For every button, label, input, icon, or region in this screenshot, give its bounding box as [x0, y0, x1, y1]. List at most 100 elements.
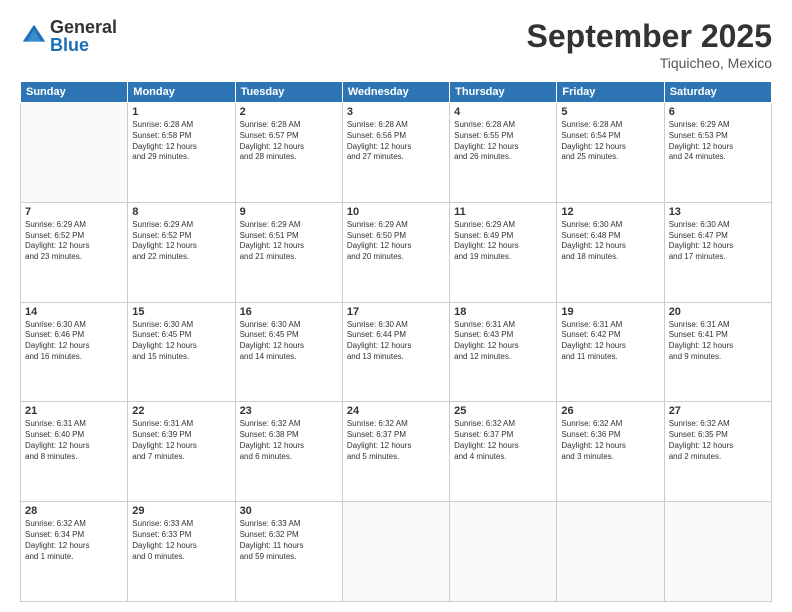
day-info: Sunrise: 6:32 AMSunset: 6:37 PMDaylight:… — [347, 419, 445, 462]
calendar-cell: 29 Sunrise: 6:33 AMSunset: 6:33 PMDayligh… — [128, 502, 235, 602]
day-info: Sunrise: 6:32 AMSunset: 6:34 PMDaylight:… — [25, 519, 123, 562]
day-number: 19 — [561, 306, 659, 318]
day-number: 27 — [669, 405, 767, 417]
day-info: Sunrise: 6:29 AMSunset: 6:52 PMDaylight:… — [132, 220, 230, 263]
day-number: 14 — [25, 306, 123, 318]
calendar-cell: 23 Sunrise: 6:32 AMSunset: 6:38 PMDayligh… — [235, 402, 342, 502]
day-header-row: SundayMondayTuesdayWednesdayThursdayFrid… — [21, 82, 772, 103]
day-number: 13 — [669, 206, 767, 218]
day-info: Sunrise: 6:32 AMSunset: 6:37 PMDaylight:… — [454, 419, 552, 462]
day-info: Sunrise: 6:28 AMSunset: 6:58 PMDaylight:… — [132, 120, 230, 163]
day-info: Sunrise: 6:29 AMSunset: 6:53 PMDaylight:… — [669, 120, 767, 163]
day-info: Sunrise: 6:29 AMSunset: 6:51 PMDaylight:… — [240, 220, 338, 263]
day-header-saturday: Saturday — [664, 82, 771, 103]
calendar-cell: 14Sunrise: 6:30 AMSunset: 6:46 PMDayligh… — [21, 302, 128, 402]
day-number: 26 — [561, 405, 659, 417]
calendar-cell: 7 Sunrise: 6:29 AMSunset: 6:52 PMDaylight… — [21, 202, 128, 302]
calendar-cell: 20Sunrise: 6:31 AMSunset: 6:41 PMDayligh… — [664, 302, 771, 402]
day-info: Sunrise: 6:29 AMSunset: 6:49 PMDaylight:… — [454, 220, 552, 263]
day-number: 29 — [132, 505, 230, 517]
calendar-cell: 19 Sunrise: 6:31 AMSunset: 6:42 PMDayligh… — [557, 302, 664, 402]
calendar-cell — [557, 502, 664, 602]
calendar-cell: 3 Sunrise: 6:28 AMSunset: 6:56 PMDaylight… — [342, 103, 449, 203]
logo-blue: Blue — [50, 36, 117, 54]
calendar-cell: 28Sunrise: 6:32 AMSunset: 6:34 PMDayligh… — [21, 502, 128, 602]
header: General Blue September 2025 Tiquicheo, M… — [20, 18, 772, 71]
day-number: 22 — [132, 405, 230, 417]
day-info: Sunrise: 6:28 AMSunset: 6:55 PMDaylight:… — [454, 120, 552, 163]
day-number: 7 — [25, 206, 123, 218]
day-header-sunday: Sunday — [21, 82, 128, 103]
calendar-cell: 24 Sunrise: 6:32 AMSunset: 6:37 PMDayligh… — [342, 402, 449, 502]
calendar-cell: 18Sunrise: 6:31 AMSunset: 6:43 PMDayligh… — [450, 302, 557, 402]
calendar-cell: 10 Sunrise: 6:29 AMSunset: 6:50 PMDayligh… — [342, 202, 449, 302]
calendar-cell: 16Sunrise: 6:30 AMSunset: 6:45 PMDayligh… — [235, 302, 342, 402]
calendar-cell: 21 Sunrise: 6:31 AMSunset: 6:40 PMDayligh… — [21, 402, 128, 502]
calendar-cell: 15Sunrise: 6:30 AMSunset: 6:45 PMDayligh… — [128, 302, 235, 402]
day-info: Sunrise: 6:31 AMSunset: 6:40 PMDaylight:… — [25, 419, 123, 462]
day-number: 15 — [132, 306, 230, 318]
day-info: Sunrise: 6:28 AMSunset: 6:54 PMDaylight:… — [561, 120, 659, 163]
day-number: 21 — [25, 405, 123, 417]
logo-icon — [20, 22, 48, 50]
week-row-5: 28Sunrise: 6:32 AMSunset: 6:34 PMDayligh… — [21, 502, 772, 602]
title-block: September 2025 Tiquicheo, Mexico — [527, 18, 772, 71]
day-info: Sunrise: 6:31 AMSunset: 6:43 PMDaylight:… — [454, 320, 552, 363]
day-header-tuesday: Tuesday — [235, 82, 342, 103]
day-info: Sunrise: 6:33 AMSunset: 6:33 PMDaylight:… — [132, 519, 230, 562]
calendar-body: 1Sunrise: 6:28 AMSunset: 6:58 PMDaylight… — [21, 103, 772, 602]
day-number: 17 — [347, 306, 445, 318]
logo-general: General — [50, 18, 117, 36]
calendar-cell: 17Sunrise: 6:30 AMSunset: 6:44 PMDayligh… — [342, 302, 449, 402]
day-info: Sunrise: 6:32 AMSunset: 6:36 PMDaylight:… — [561, 419, 659, 462]
day-number: 3 — [347, 106, 445, 118]
day-info: Sunrise: 6:28 AMSunset: 6:56 PMDaylight:… — [347, 120, 445, 163]
calendar-header: SundayMondayTuesdayWednesdayThursdayFrid… — [21, 82, 772, 103]
day-info: Sunrise: 6:31 AMSunset: 6:42 PMDaylight:… — [561, 320, 659, 363]
calendar-cell: 22 Sunrise: 6:31 AMSunset: 6:39 PMDayligh… — [128, 402, 235, 502]
week-row-4: 21 Sunrise: 6:31 AMSunset: 6:40 PMDayligh… — [21, 402, 772, 502]
calendar-cell — [664, 502, 771, 602]
day-header-wednesday: Wednesday — [342, 82, 449, 103]
page: General Blue September 2025 Tiquicheo, M… — [0, 0, 792, 612]
day-info: Sunrise: 6:29 AMSunset: 6:52 PMDaylight:… — [25, 220, 123, 263]
logo-text: General Blue — [50, 18, 117, 54]
location: Tiquicheo, Mexico — [527, 55, 772, 71]
calendar: SundayMondayTuesdayWednesdayThursdayFrid… — [20, 81, 772, 602]
calendar-cell: 8Sunrise: 6:29 AMSunset: 6:52 PMDaylight… — [128, 202, 235, 302]
day-number: 25 — [454, 405, 552, 417]
day-info: Sunrise: 6:29 AMSunset: 6:50 PMDaylight:… — [347, 220, 445, 263]
week-row-1: 1Sunrise: 6:28 AMSunset: 6:58 PMDaylight… — [21, 103, 772, 203]
day-number: 9 — [240, 206, 338, 218]
day-info: Sunrise: 6:30 AMSunset: 6:47 PMDaylight:… — [669, 220, 767, 263]
calendar-cell: 26 Sunrise: 6:32 AMSunset: 6:36 PMDayligh… — [557, 402, 664, 502]
day-number: 20 — [669, 306, 767, 318]
day-number: 30 — [240, 505, 338, 517]
day-info: Sunrise: 6:30 AMSunset: 6:48 PMDaylight:… — [561, 220, 659, 263]
day-info: Sunrise: 6:30 AMSunset: 6:45 PMDaylight:… — [240, 320, 338, 363]
day-number: 5 — [561, 106, 659, 118]
day-header-monday: Monday — [128, 82, 235, 103]
calendar-cell: 5 Sunrise: 6:28 AMSunset: 6:54 PMDaylight… — [557, 103, 664, 203]
calendar-cell: 9 Sunrise: 6:29 AMSunset: 6:51 PMDaylight… — [235, 202, 342, 302]
week-row-3: 14Sunrise: 6:30 AMSunset: 6:46 PMDayligh… — [21, 302, 772, 402]
day-number: 10 — [347, 206, 445, 218]
calendar-cell: 12 Sunrise: 6:30 AMSunset: 6:48 PMDayligh… — [557, 202, 664, 302]
day-number: 24 — [347, 405, 445, 417]
calendar-cell: 13 Sunrise: 6:30 AMSunset: 6:47 PMDayligh… — [664, 202, 771, 302]
day-info: Sunrise: 6:31 AMSunset: 6:39 PMDaylight:… — [132, 419, 230, 462]
calendar-cell: 6 Sunrise: 6:29 AMSunset: 6:53 PMDaylight… — [664, 103, 771, 203]
day-number: 23 — [240, 405, 338, 417]
calendar-cell — [21, 103, 128, 203]
day-info: Sunrise: 6:32 AMSunset: 6:38 PMDaylight:… — [240, 419, 338, 462]
day-info: Sunrise: 6:33 AMSunset: 6:32 PMDaylight:… — [240, 519, 338, 562]
day-number: 6 — [669, 106, 767, 118]
calendar-cell: 4 Sunrise: 6:28 AMSunset: 6:55 PMDaylight… — [450, 103, 557, 203]
logo: General Blue — [20, 18, 117, 54]
calendar-cell — [342, 502, 449, 602]
day-number: 12 — [561, 206, 659, 218]
day-number: 2 — [240, 106, 338, 118]
day-number: 4 — [454, 106, 552, 118]
week-row-2: 7 Sunrise: 6:29 AMSunset: 6:52 PMDaylight… — [21, 202, 772, 302]
day-header-friday: Friday — [557, 82, 664, 103]
